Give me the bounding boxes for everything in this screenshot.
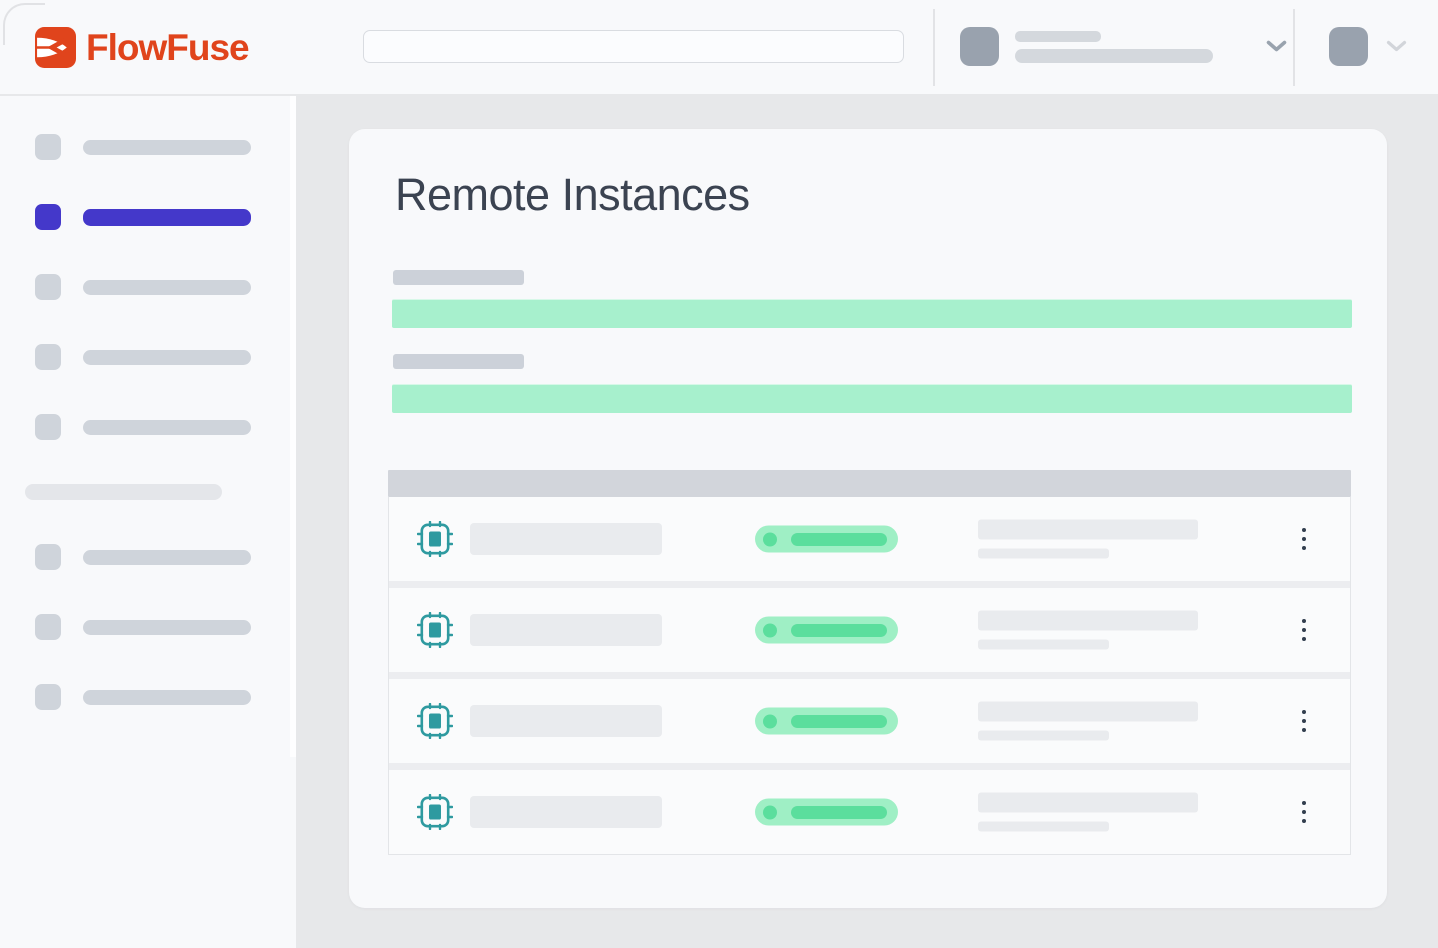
sidebar-item-icon (35, 414, 61, 440)
main-content: Remote Instances (296, 95, 1438, 948)
sidebar-item[interactable] (35, 544, 296, 570)
highlighted-field[interactable] (392, 299, 1352, 328)
field-label-skeleton (393, 354, 524, 369)
status-label-skeleton (791, 533, 887, 546)
sidebar-item-label-skeleton (83, 550, 251, 565)
field-label-skeleton (393, 270, 524, 285)
sidebar-item-label-skeleton (83, 350, 251, 365)
sidebar-item-icon (35, 134, 61, 160)
header-divider (1293, 9, 1295, 86)
status-dot (763, 805, 777, 819)
status-label-skeleton (791, 715, 887, 728)
sidebar-item[interactable] (35, 684, 296, 710)
instance-row[interactable] (389, 679, 1350, 763)
sidebar-item-label-skeleton (83, 209, 251, 226)
sidebar-item[interactable] (35, 414, 296, 440)
instance-meta (978, 702, 1198, 741)
header-divider (933, 9, 935, 86)
chevron-down-icon (1266, 40, 1287, 52)
sidebar-item-label-skeleton (83, 280, 251, 295)
kebab-menu-button[interactable] (1295, 797, 1313, 827)
status-pill (755, 526, 898, 553)
instance-meta (978, 520, 1198, 559)
team-name-skeleton (1015, 31, 1213, 63)
user-avatar (1329, 27, 1368, 66)
status-label-skeleton (791, 806, 887, 819)
status-pill (755, 708, 898, 735)
team-selector[interactable] (960, 27, 1287, 66)
sidebar-item[interactable] (35, 614, 296, 640)
sidebar-item[interactable] (35, 134, 296, 160)
instance-name-skeleton (470, 523, 662, 555)
sidebar-item-icon (35, 344, 61, 370)
meta-line-skeleton (978, 520, 1198, 540)
meta-line-skeleton (978, 822, 1109, 832)
row-separator (389, 581, 1350, 588)
meta-line-skeleton (978, 640, 1109, 650)
status-label-skeleton (791, 624, 887, 637)
meta-line-skeleton (978, 793, 1198, 813)
status-dot (763, 532, 777, 546)
kebab-menu-button[interactable] (1295, 615, 1313, 645)
chevron-down-icon (1386, 40, 1407, 52)
row-separator (389, 672, 1350, 679)
row-separator (389, 763, 1350, 770)
sidebar-item[interactable] (35, 204, 296, 230)
sidebar-section-heading-skeleton (25, 484, 222, 500)
sidebar-item-icon (35, 544, 61, 570)
kebab-menu-button[interactable] (1295, 524, 1313, 554)
chip-icon (417, 794, 453, 830)
instance-name-skeleton (470, 796, 662, 828)
remote-instances-panel: Remote Instances (349, 129, 1387, 908)
sidebar-item-label-skeleton (83, 690, 251, 705)
sidebar-item-icon (35, 614, 61, 640)
instance-meta (978, 793, 1198, 832)
meta-line-skeleton (978, 702, 1198, 722)
brand[interactable]: FlowFuse (35, 27, 249, 68)
chip-icon (417, 612, 453, 648)
status-dot (763, 623, 777, 637)
team-avatar (960, 27, 999, 66)
status-pill (755, 799, 898, 826)
instance-name-skeleton (470, 614, 662, 646)
kebab-menu-button[interactable] (1295, 706, 1313, 736)
chip-icon (417, 521, 453, 557)
sidebar-item-icon (35, 204, 61, 230)
instances-table (388, 470, 1351, 855)
meta-line-skeleton (978, 731, 1109, 741)
flowfuse-logo-icon (35, 27, 76, 68)
instance-row[interactable] (389, 588, 1350, 672)
instance-name-skeleton (470, 705, 662, 737)
user-menu[interactable] (1329, 27, 1407, 66)
sidebar-item[interactable] (35, 274, 296, 300)
meta-line-skeleton (978, 611, 1198, 631)
page-title: Remote Instances (395, 169, 750, 221)
meta-line-skeleton (978, 549, 1109, 559)
sidebar-item-icon (35, 684, 61, 710)
sidebar-item-label-skeleton (83, 620, 251, 635)
instance-row[interactable] (389, 770, 1350, 854)
instances-table-body (388, 497, 1351, 855)
instance-meta (978, 611, 1198, 650)
highlighted-field[interactable] (392, 384, 1352, 413)
app-header: FlowFuse (0, 0, 1438, 95)
sidebar-nav (0, 134, 296, 710)
table-header (388, 470, 1351, 497)
sidebar-item-label-skeleton (83, 420, 251, 435)
status-pill (755, 617, 898, 644)
instance-row[interactable] (389, 497, 1350, 581)
search-input[interactable] (363, 30, 904, 63)
sidebar (0, 96, 296, 948)
app-window: FlowFuse (0, 0, 1438, 948)
sidebar-item[interactable] (35, 344, 296, 370)
sidebar-item-label-skeleton (83, 140, 251, 155)
brand-wordmark: FlowFuse (86, 27, 249, 68)
status-dot (763, 714, 777, 728)
sidebar-item-icon (35, 274, 61, 300)
chip-icon (417, 703, 453, 739)
